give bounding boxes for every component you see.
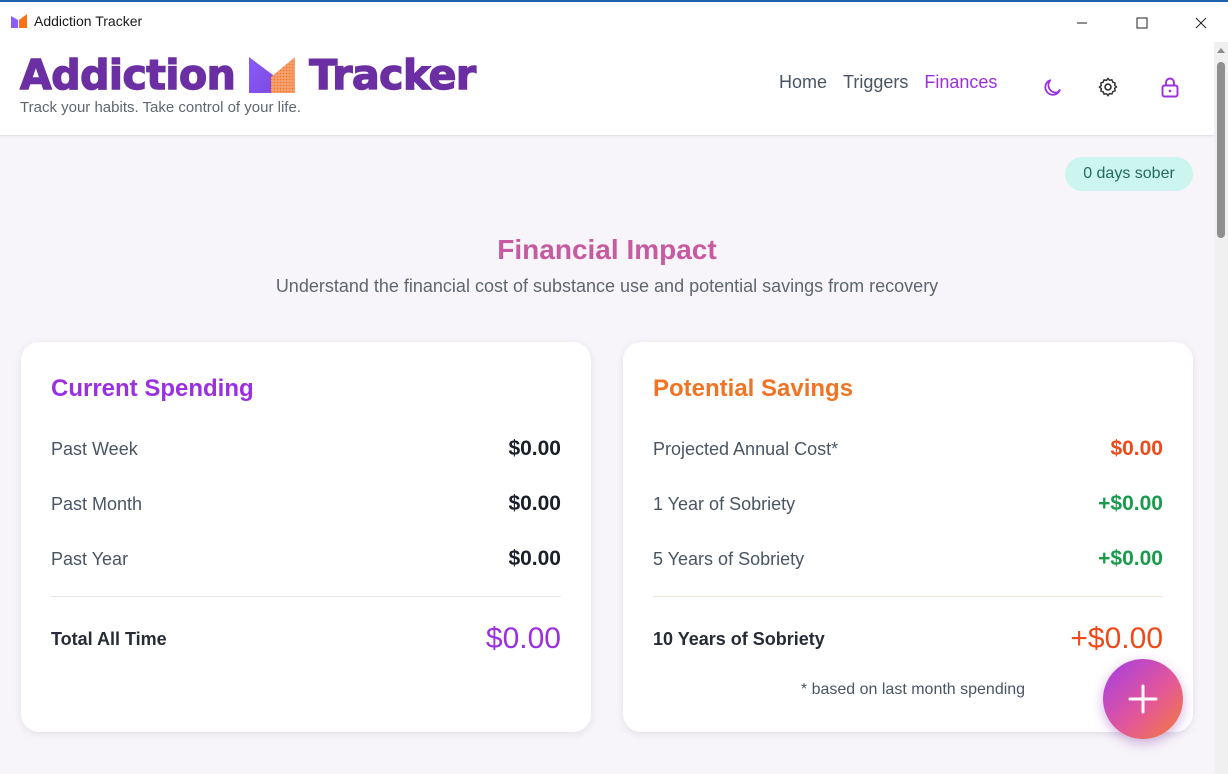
page-title: Financial Impact <box>497 234 717 265</box>
nav-finances[interactable]: Finances <box>924 72 997 93</box>
close-icon <box>1195 17 1207 29</box>
savings-row: 5 Years of Sobriety +$0.00 <box>653 544 1163 574</box>
row-label: 5 Years of Sobriety <box>653 548 805 569</box>
potential-savings-card: Potential Savings Projected Annual Cost*… <box>623 342 1193 732</box>
row-value: +$0.00 <box>1098 492 1163 515</box>
divider <box>51 596 561 597</box>
window-titlebar: Addiction Tracker <box>0 0 1228 42</box>
minimize-button[interactable] <box>1059 6 1105 40</box>
minimize-icon <box>1077 22 1087 24</box>
total-row: Total All Time $0.00 <box>51 619 561 659</box>
savings-row: Projected Annual Cost* $0.00 <box>653 434 1163 464</box>
card-title: Current Spending <box>51 375 254 402</box>
row-label: Past Month <box>51 493 143 514</box>
sober-days-badge: 0 days sober <box>1065 157 1193 191</box>
spending-row: Past Year $0.00 <box>51 544 561 574</box>
page-subtitle: Understand the financial cost of substan… <box>275 276 939 296</box>
total-row: 10 Years of Sobriety +$0.00 <box>653 619 1163 659</box>
row-label: Projected Annual Cost* <box>653 438 839 459</box>
nav-home[interactable]: Home <box>779 72 827 93</box>
tagline: Track your habits. Take control of your … <box>20 99 301 116</box>
current-spending-card: Current Spending Past Week $0.00 Past Mo… <box>21 342 591 732</box>
gear-icon[interactable] <box>1097 76 1119 98</box>
page-scrollbar[interactable] <box>1214 42 1228 774</box>
total-value: $0.00 <box>485 622 561 655</box>
total-label: Total All Time <box>51 628 167 649</box>
app-header: Addiction Tracker Track your habits. Tak… <box>0 42 1214 136</box>
row-value: +$0.00 <box>1098 547 1163 570</box>
row-value: $0.00 <box>508 437 561 460</box>
add-entry-button[interactable] <box>1103 659 1183 739</box>
spending-row: Past Week $0.00 <box>51 434 561 464</box>
brand-logo-icon <box>249 57 296 93</box>
maximize-button[interactable] <box>1119 6 1165 40</box>
main-nav: Home Triggers Finances <box>779 72 1013 93</box>
spending-row: Past Month $0.00 <box>51 489 561 519</box>
moon-icon[interactable] <box>1042 76 1064 98</box>
scroll-up-arrow-icon[interactable] <box>1217 48 1225 53</box>
total-label: 10 Years of Sobriety <box>653 628 825 649</box>
app-logo-icon <box>11 14 27 28</box>
window-title: Addiction Tracker <box>34 13 143 29</box>
savings-row: 1 Year of Sobriety +$0.00 <box>653 489 1163 519</box>
row-value: $0.00 <box>508 547 561 570</box>
plus-icon <box>1128 684 1158 714</box>
row-value: $0.00 <box>508 492 561 515</box>
brand[interactable]: Addiction Tracker <box>19 51 477 99</box>
row-label: 1 Year of Sobriety <box>653 493 796 514</box>
maximize-icon <box>1136 17 1148 29</box>
brand-word-right: Tracker <box>309 51 477 99</box>
row-label: Past Week <box>51 438 138 459</box>
nav-triggers[interactable]: Triggers <box>843 72 908 93</box>
brand-word-left: Addiction <box>19 51 236 99</box>
row-value: $0.00 <box>1110 437 1163 460</box>
close-button[interactable] <box>1178 6 1224 40</box>
lock-icon[interactable] <box>1159 76 1181 98</box>
row-label: Past Year <box>51 548 129 569</box>
scroll-thumb[interactable] <box>1217 62 1225 238</box>
divider <box>653 596 1163 597</box>
total-value: +$0.00 <box>1070 622 1163 655</box>
card-title: Potential Savings <box>653 375 854 402</box>
